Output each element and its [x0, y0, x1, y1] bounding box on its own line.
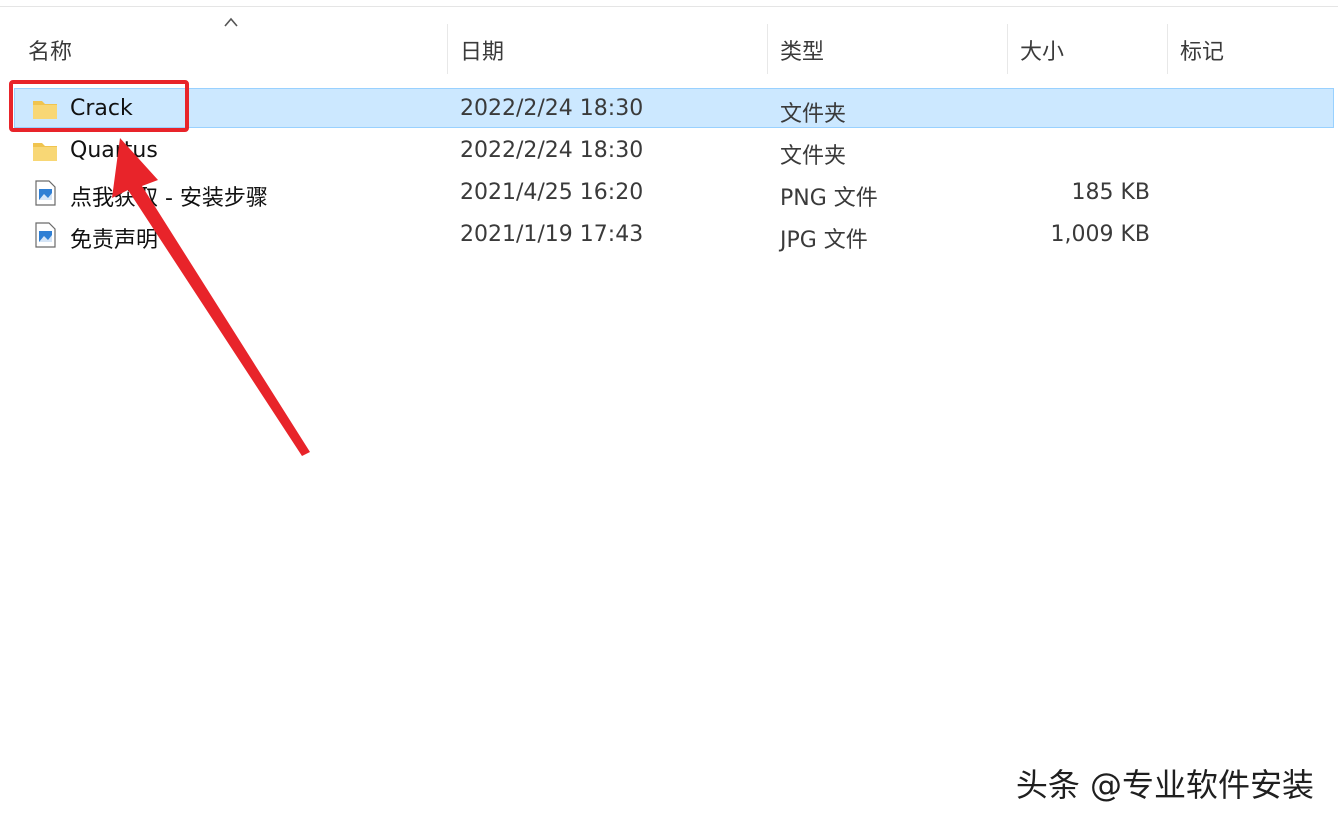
highlight-box	[9, 80, 189, 132]
column-header-bar: 名称 日期 类型 大小 标记	[0, 20, 1338, 76]
column-divider[interactable]	[1007, 24, 1008, 74]
folder-icon	[33, 143, 57, 161]
file-type: 文件夹	[780, 102, 847, 127]
column-divider[interactable]	[767, 24, 768, 74]
file-name[interactable]: 免责声明	[70, 222, 158, 254]
column-header-size[interactable]: 大小	[1020, 34, 1064, 66]
selection-highlight	[14, 88, 1334, 128]
column-divider[interactable]	[1167, 24, 1168, 74]
file-type: JPG 文件	[780, 228, 868, 253]
file-date: 2021/1/19 17:43	[460, 222, 644, 247]
file-row-quartus[interactable]: Quartus 2022/2/24 18:30 文件夹	[0, 130, 1338, 172]
file-size: 185 KB	[1071, 180, 1150, 205]
file-size: 1,009 KB	[1050, 222, 1151, 247]
file-date: 2022/2/24 18:30	[460, 96, 644, 121]
file-row-crack[interactable]: Crack 2022/2/24 18:30 文件夹	[0, 88, 1338, 130]
column-header-date[interactable]: 日期	[460, 34, 504, 66]
column-header-name[interactable]: 名称	[28, 34, 72, 66]
image-file-icon	[35, 222, 56, 248]
column-header-type[interactable]: 类型	[780, 34, 824, 66]
file-type: 文件夹	[780, 144, 847, 169]
watermark-text: 头条 @专业软件安装	[1015, 766, 1314, 804]
file-name[interactable]: 点我获取 - 安装步骤	[70, 180, 268, 212]
file-row-install-steps[interactable]: 点我获取 - 安装步骤 2021/4/25 16:20 PNG 文件 185 K…	[0, 172, 1338, 214]
column-header-tags[interactable]: 标记	[1180, 34, 1224, 66]
file-date: 2022/2/24 18:30	[460, 138, 644, 163]
file-row-disclaimer[interactable]: 免责声明 2021/1/19 17:43 JPG 文件 1,009 KB	[0, 214, 1338, 256]
file-date: 2021/4/25 16:20	[460, 180, 644, 205]
top-divider	[0, 6, 1338, 7]
file-type: PNG 文件	[780, 186, 878, 211]
file-explorer-view: 名称 日期 类型 大小 标记 Crack 2022/2/24 18:30 文件夹…	[0, 0, 1338, 824]
file-name[interactable]: Quartus	[70, 138, 158, 163]
image-file-icon	[35, 180, 56, 206]
column-divider[interactable]	[447, 24, 448, 74]
